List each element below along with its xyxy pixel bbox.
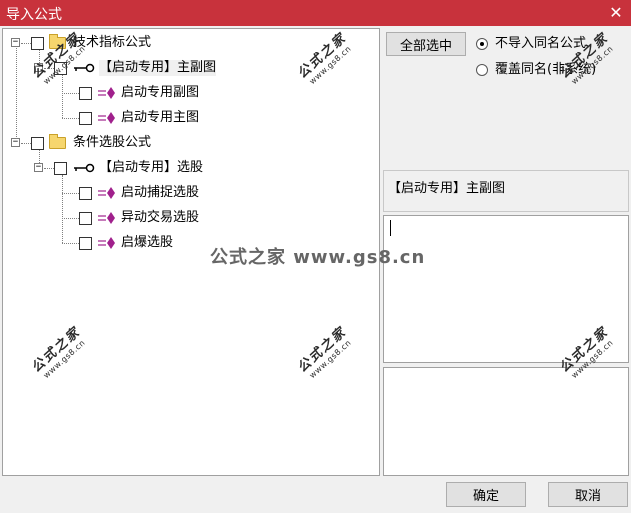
watermark-banner: 公式之家 www.gs8.cn: [210, 247, 426, 268]
tree-connector: [16, 45, 17, 141]
title-bar: 导入公式 ✕: [0, 0, 631, 26]
checkbox-leaf[interactable]: [79, 187, 92, 200]
key-icon: [74, 63, 95, 73]
checkbox-group-tech[interactable]: [31, 37, 44, 50]
tree-leaf-label[interactable]: 启动专用副图: [121, 85, 199, 101]
checkbox-subgroup[interactable]: [54, 62, 67, 75]
checkbox-group-condition[interactable]: [31, 137, 44, 150]
collapse-icon[interactable]: −: [34, 163, 43, 172]
formula-icon: [98, 187, 115, 199]
radio-label: 覆盖同名(非系统): [495, 62, 597, 77]
formula-name: 【启动专用】主副图: [388, 181, 506, 196]
formula-icon: [98, 237, 115, 249]
collapse-icon[interactable]: −: [34, 63, 43, 72]
collapse-icon[interactable]: −: [11, 138, 20, 147]
tree-leaf-label[interactable]: 启爆选股: [121, 235, 173, 251]
radio-skip-duplicates[interactable]: 不导入同名公式: [476, 36, 626, 54]
select-all-button[interactable]: 全部选中: [386, 32, 466, 56]
tree-connector: [62, 118, 79, 119]
checkbox-leaf[interactable]: [79, 237, 92, 250]
key-icon: [74, 163, 95, 173]
tree-connector: [62, 218, 79, 219]
checkbox-leaf[interactable]: [79, 112, 92, 125]
formula-description-textarea[interactable]: [383, 215, 629, 363]
window-title: 导入公式: [6, 7, 62, 23]
radio-unchecked-icon: [476, 64, 488, 76]
tree-node-selected[interactable]: 【启动专用】主副图: [99, 60, 217, 76]
radio-label: 不导入同名公式: [495, 36, 587, 51]
tree-leaf-label[interactable]: 启动捕捉选股: [121, 185, 199, 201]
folder-icon: [49, 134, 66, 149]
formula-name-box: 【启动专用】主副图: [383, 170, 629, 212]
tree-connector: [62, 175, 63, 243]
tree-leaf-label[interactable]: 异动交易选股: [121, 210, 199, 226]
checkbox-leaf[interactable]: [79, 212, 92, 225]
formula-notes-textarea[interactable]: [383, 367, 629, 476]
tree-connector: [62, 243, 79, 244]
formula-icon: [98, 112, 115, 124]
checkbox-leaf[interactable]: [79, 87, 92, 100]
radio-checked-icon: [476, 38, 488, 50]
cancel-button[interactable]: 取消: [548, 482, 628, 507]
tree-node-label[interactable]: 【启动专用】选股: [99, 160, 203, 176]
formula-icon: [98, 87, 115, 99]
ok-button[interactable]: 确定: [446, 482, 526, 507]
tree-group-label[interactable]: 条件选股公式: [73, 135, 151, 151]
tree-leaf-label[interactable]: 启动专用主图: [121, 110, 199, 126]
close-icon[interactable]: ✕: [605, 2, 627, 24]
collapse-icon[interactable]: −: [11, 38, 20, 47]
tree-group-label[interactable]: 技术指标公式: [73, 35, 151, 51]
text-caret: [390, 220, 391, 236]
folder-icon: [49, 34, 66, 49]
radio-overwrite-duplicates[interactable]: 覆盖同名(非系统): [476, 62, 626, 80]
formula-icon: [98, 212, 115, 224]
tree-connector: [62, 93, 79, 94]
tree-connector: [62, 75, 63, 118]
checkbox-subgroup[interactable]: [54, 162, 67, 175]
tree-connector: [62, 193, 79, 194]
